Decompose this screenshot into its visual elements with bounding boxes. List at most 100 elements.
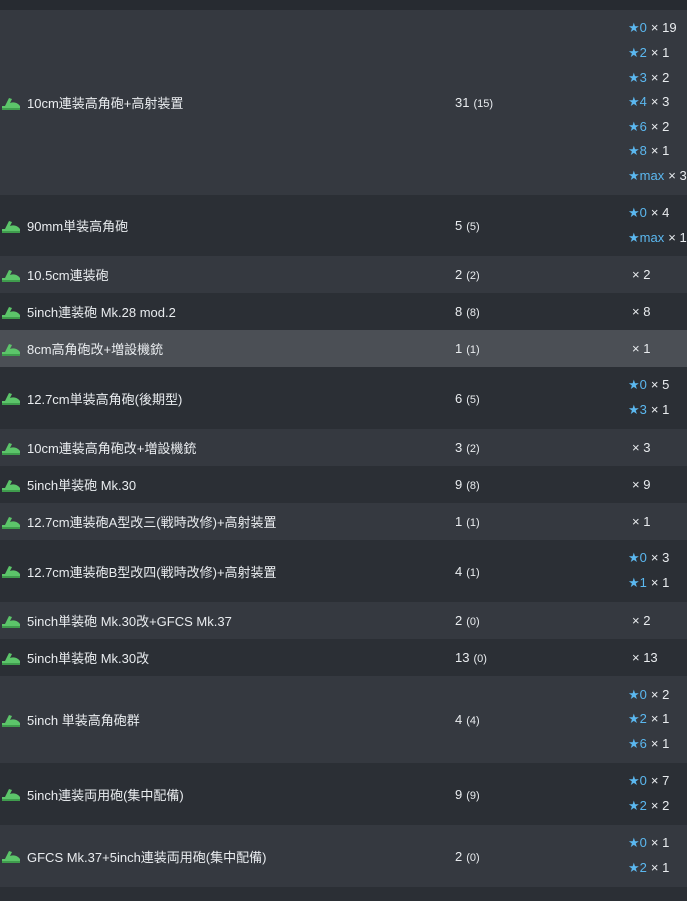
improvement-entry: ★3 × 2 [628, 66, 687, 91]
improvement-level: 2 [639, 860, 647, 875]
improvement-level: 2 [639, 711, 647, 727]
free-count: (4) [466, 715, 480, 727]
table-row[interactable]: 10cm連装高角砲+高射装置 31 (15) ★0 × 19 ★2 × 1 ★3 × 2 ★4 × … [0, 10, 687, 195]
times-sign: × [650, 575, 663, 590]
improvement-count: 1 [662, 143, 670, 159]
times-sign: × [650, 550, 663, 566]
green-gun-icon [1, 94, 21, 112]
equipment-name-cell: 8cm高角砲改+増設機銃 [0, 339, 163, 358]
improvement-count: 3 [662, 94, 670, 110]
star-icon: ★ [628, 860, 640, 875]
star-icon: ★ [628, 835, 640, 851]
equipment-count: 3 (2) [455, 440, 480, 455]
star-icon: ★ [628, 94, 640, 110]
equipment-count: 13 (0) [455, 650, 487, 665]
green-gun-icon [1, 649, 21, 667]
equipment-name: 10cm連装高角砲改+増設機銃 [27, 441, 197, 456]
improvement-entry: ★1 × 1 [628, 571, 669, 596]
equipment-name: 5inch単装砲 Mk.30改 [27, 651, 150, 666]
free-count: (9) [466, 789, 480, 802]
total-count: 2 [455, 267, 463, 282]
improvement-count: 5 [662, 377, 670, 393]
equipment-name: 10.5cm連装砲 [27, 268, 109, 283]
improvement-entry: ★max × 1 [628, 226, 687, 251]
green-gun-icon [1, 711, 21, 729]
equipment-name-cell: GFCS Mk.37+5inch連装両用砲(集中配備) [0, 847, 266, 866]
equipment-name: 5inch単装砲 Mk.30改+GFCS Mk.37 [27, 614, 232, 629]
total-count: 13 [455, 650, 470, 665]
improvement-count: 2 [662, 118, 670, 134]
improvement-entry: ★8 × 1 [628, 139, 687, 164]
improvement-level: 0 [639, 20, 647, 36]
improvement-count: 1 [662, 735, 670, 751]
table-row[interactable]: 5inch連装砲 Mk.28 mod.2 8 (8) × 8 [0, 293, 687, 330]
times-sign: × [650, 860, 663, 875]
improvement-level: 1 [639, 575, 647, 590]
improvement-level: 2 [639, 798, 647, 813]
total-count: 4 [455, 712, 463, 727]
improvement-list: ★0 × 4 ★max × 1 [628, 201, 687, 250]
table-row[interactable]: 10.5cm連装砲 2 (2) × 2 [0, 256, 687, 293]
equipment-name: 5inch連装両用砲(集中配備) [27, 787, 184, 803]
green-gun-icon [1, 847, 21, 865]
free-count: (1) [466, 344, 480, 356]
table-row[interactable]: 8cm高角砲改+増設機銃 1 (1) × 1 [0, 330, 687, 367]
times-sign: × [650, 204, 663, 220]
improvement-entry: ★max × 3 [628, 164, 687, 189]
improvement-level: max [639, 167, 665, 183]
table-row[interactable]: GFCS Mk.37+5inch連装両用砲(集中配備) 2 (0) ★0 × 1 ★2 × … [0, 825, 687, 887]
table-row[interactable]: 90mm単装高角砲 5 (5) ★0 × 4 ★max × 1 [0, 195, 687, 256]
table-row[interactable]: 12.7cm連装砲A型改三(戦時改修)+高射装置 1 (1) × 1 [0, 503, 687, 540]
improvement-list: ★0 × 5 ★3 × 1 [628, 373, 669, 422]
equipment-name: 10cm連装高角砲+高射装置 [27, 96, 184, 111]
improvement-count: 4 [662, 204, 670, 220]
improvement-level: 0 [639, 773, 647, 789]
improvement-level: 3 [639, 402, 647, 417]
free-count: (8) [466, 307, 480, 319]
equipment-name-cell: 5inch単装砲 Mk.30改+GFCS Mk.37 [0, 611, 232, 630]
times-sign: × [650, 377, 663, 393]
total-count: 4 [455, 563, 463, 579]
improvement-count: 19 [662, 20, 677, 36]
free-count: (8) [466, 480, 480, 492]
improvement-entry: ★2 × 1 [628, 707, 669, 732]
table-row[interactable]: 5inch単装砲 Mk.30 9 (8) × 9 [0, 466, 687, 503]
equipment-count: 8 (8) [455, 304, 480, 319]
table-row[interactable]: 5inch 単装高角砲群 4 (4) ★0 × 2 ★2 × 1 ★6 × 1 [0, 676, 687, 763]
free-count: (15) [473, 98, 494, 110]
table-row[interactable]: 5inch連装両用砲(集中配備) 9 (9) ★0 × 7 ★2 × 2 [0, 763, 687, 825]
table-header-strip [0, 0, 687, 10]
equipment-count: 9 (9) [455, 787, 480, 802]
times-sign: × [650, 45, 663, 61]
green-gun-icon [1, 562, 21, 580]
times-sign: × [650, 20, 663, 36]
improvement-count: 1 [662, 45, 670, 61]
star-icon: ★ [628, 575, 640, 590]
total-count: 5 [455, 218, 463, 233]
free-count: (0) [473, 653, 487, 665]
equipment-name-cell: 5inch 単装高角砲群 [0, 710, 140, 729]
improvement-level: 0 [639, 377, 647, 393]
total-count: 6 [455, 390, 463, 406]
equipment-count: 9 (8) [455, 477, 480, 492]
table-row[interactable]: 10cm連装高角砲改+増設機銃 3 (2) × 3 [0, 429, 687, 466]
improvement-count: × 1 [632, 341, 651, 356]
table-body: 10cm連装高角砲+高射装置 31 (15) ★0 × 19 ★2 × 1 ★3 × 2 ★4 × … [0, 10, 687, 887]
table-row[interactable]: 12.7cm連装砲B型改四(戦時改修)+高射装置 4 (1) ★0 × 3 ★1 × 1 [0, 540, 687, 602]
equipment-name-cell: 90mm単装高角砲 [0, 216, 128, 235]
times-sign: × [650, 143, 663, 159]
equipment-count: 4 (4) [455, 712, 480, 727]
green-gun-icon [1, 340, 21, 358]
improvement-count: × 2 [632, 267, 651, 282]
table-row[interactable]: 5inch単装砲 Mk.30改+GFCS Mk.37 2 (0) × 2 [0, 602, 687, 639]
green-gun-icon [1, 513, 21, 531]
improvement-count: 3 [679, 167, 687, 183]
improvement-count: × 3 [632, 440, 651, 455]
green-gun-icon [1, 389, 21, 407]
free-count: (2) [466, 270, 480, 282]
improvement-entry: ★0 × 19 [628, 16, 687, 41]
table-row[interactable]: 5inch単装砲 Mk.30改 13 (0) × 13 [0, 639, 687, 676]
improvement-count: 3 [662, 550, 670, 566]
improvement-list: ★0 × 3 ★1 × 1 [628, 546, 669, 595]
table-row[interactable]: 12.7cm単装高角砲(後期型) 6 (5) ★0 × 5 ★3 × 1 [0, 367, 687, 429]
